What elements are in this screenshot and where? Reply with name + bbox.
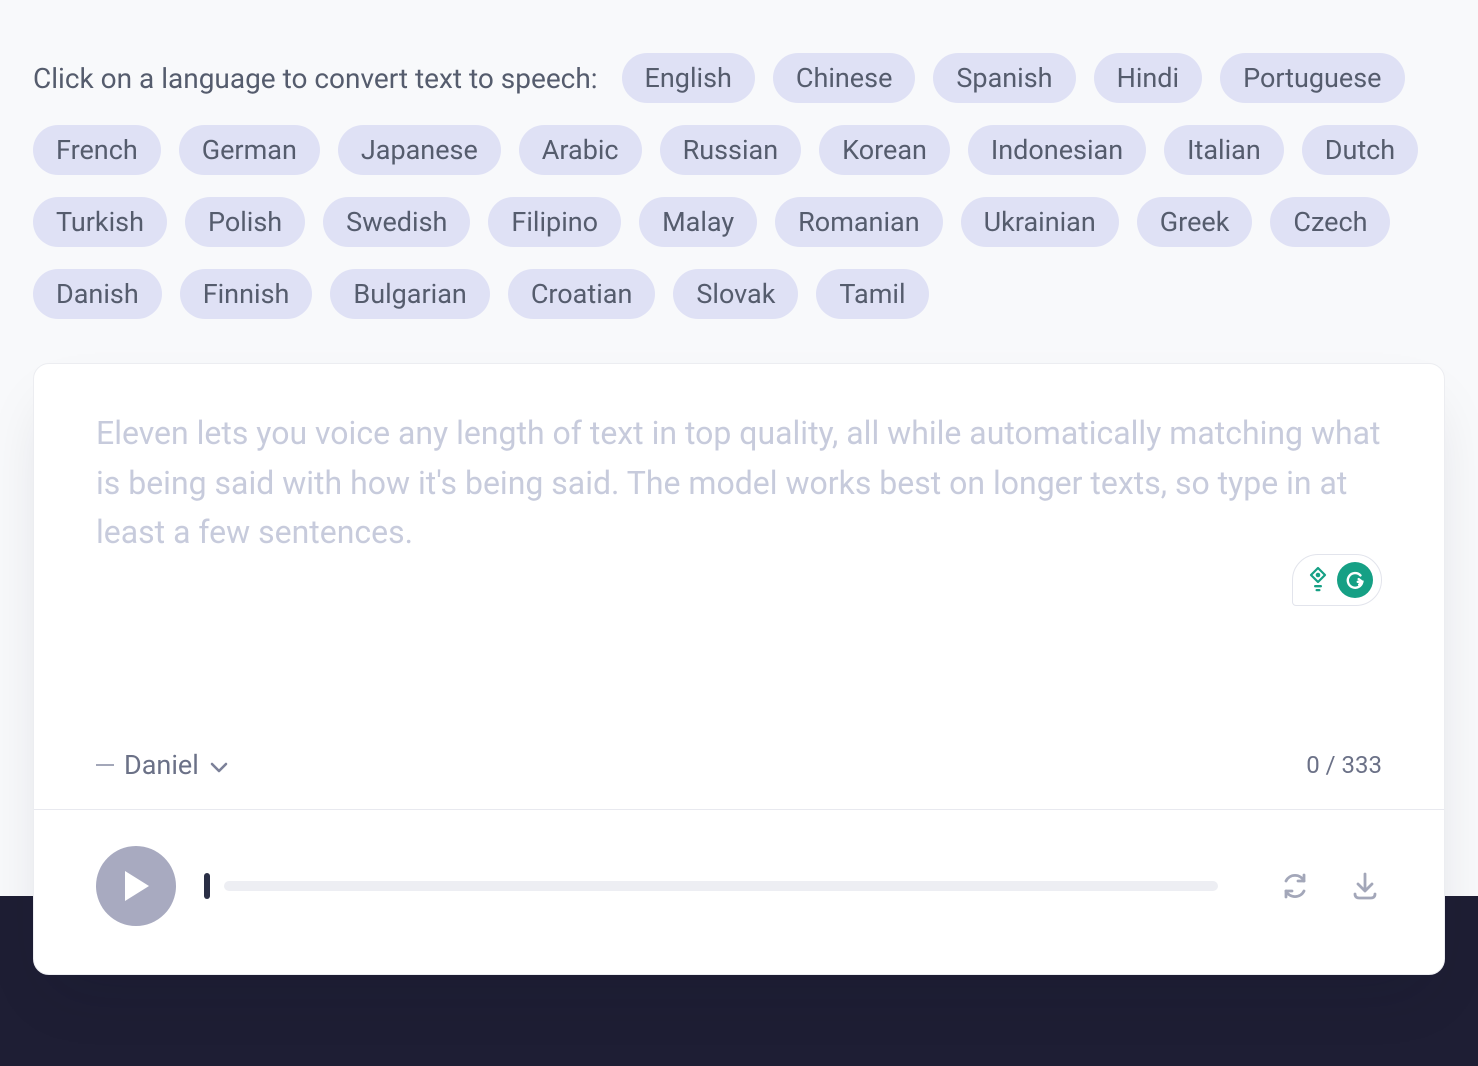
- language-picker-section: Click on a language to convert text to s…: [0, 0, 1478, 334]
- language-chip-german[interactable]: German: [179, 125, 320, 175]
- card-body: Daniel 0 / 333: [34, 364, 1444, 809]
- play-icon: [121, 869, 151, 903]
- editor-footer-row: Daniel 0 / 333: [96, 749, 1382, 781]
- chevron-down-icon: [209, 749, 229, 781]
- download-button[interactable]: [1348, 869, 1382, 903]
- download-icon: [1350, 871, 1380, 901]
- language-chip-tamil[interactable]: Tamil: [816, 269, 928, 319]
- language-chip-hindi[interactable]: Hindi: [1094, 53, 1203, 103]
- language-chip-korean[interactable]: Korean: [819, 125, 950, 175]
- progress-bar[interactable]: [204, 873, 1218, 899]
- progress-handle[interactable]: [204, 873, 210, 899]
- language-chip-japanese[interactable]: Japanese: [338, 125, 501, 175]
- voice-selected-label: Daniel: [124, 749, 199, 781]
- language-chip-filipino[interactable]: Filipino: [488, 197, 621, 247]
- refresh-icon: [1280, 871, 1310, 901]
- language-chip-french[interactable]: French: [33, 125, 161, 175]
- tts-text-input[interactable]: [96, 409, 1382, 629]
- language-chip-finnish[interactable]: Finnish: [180, 269, 313, 319]
- language-chip-chinese[interactable]: Chinese: [773, 53, 916, 103]
- voice-selector[interactable]: Daniel: [96, 749, 229, 781]
- language-chip-indonesian[interactable]: Indonesian: [968, 125, 1146, 175]
- language-chip-greek[interactable]: Greek: [1137, 197, 1253, 247]
- language-chip-czech[interactable]: Czech: [1270, 197, 1390, 247]
- language-chip-arabic[interactable]: Arabic: [519, 125, 642, 175]
- language-chip-slovak[interactable]: Slovak: [673, 269, 798, 319]
- regenerate-button[interactable]: [1278, 869, 1312, 903]
- language-chip-turkish[interactable]: Turkish: [33, 197, 167, 247]
- language-chip-russian[interactable]: Russian: [660, 125, 802, 175]
- language-chip-dutch[interactable]: Dutch: [1302, 125, 1418, 175]
- language-chip-english[interactable]: English: [622, 53, 755, 103]
- language-chip-polish[interactable]: Polish: [185, 197, 305, 247]
- language-chip-swedish[interactable]: Swedish: [323, 197, 470, 247]
- language-chip-bulgarian[interactable]: Bulgarian: [330, 269, 489, 319]
- character-counter: 0 / 333: [1306, 751, 1382, 779]
- audio-player-bar: [34, 809, 1444, 974]
- voice-dash-icon: [96, 764, 114, 766]
- grammarly-hint-icon: [1305, 565, 1331, 595]
- grammarly-logo-icon: [1337, 562, 1373, 598]
- language-chip-spanish[interactable]: Spanish: [933, 53, 1075, 103]
- progress-track[interactable]: [224, 881, 1218, 891]
- language-chip-portuguese[interactable]: Portuguese: [1220, 53, 1404, 103]
- grammarly-widget[interactable]: [1292, 554, 1382, 606]
- language-chip-container: Click on a language to convert text to s…: [33, 53, 1445, 319]
- play-button[interactable]: [96, 846, 176, 926]
- player-actions: [1278, 869, 1382, 903]
- language-prompt-text: Click on a language to convert text to s…: [33, 62, 598, 95]
- language-chip-italian[interactable]: Italian: [1164, 125, 1284, 175]
- language-chip-danish[interactable]: Danish: [33, 269, 162, 319]
- tts-editor-card: Daniel 0 / 333: [33, 363, 1445, 975]
- language-chip-malay[interactable]: Malay: [639, 197, 757, 247]
- language-chip-croatian[interactable]: Croatian: [508, 269, 656, 319]
- language-chip-ukrainian[interactable]: Ukrainian: [961, 197, 1119, 247]
- language-chip-romanian[interactable]: Romanian: [775, 197, 942, 247]
